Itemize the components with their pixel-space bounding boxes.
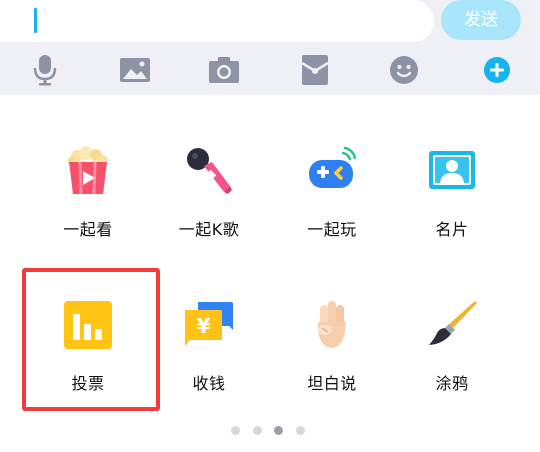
send-button[interactable]: 发送: [441, 0, 521, 40]
selection-highlight: [22, 268, 160, 411]
message-input[interactable]: [0, 0, 434, 42]
app-label: 收钱: [192, 374, 226, 393]
page-dot[interactable]: [296, 426, 305, 435]
emoji-icon[interactable]: [387, 53, 421, 87]
app-label: 坦白说: [307, 374, 357, 393]
gamepad-icon: [307, 146, 357, 196]
app-doodle[interactable]: 涂鸦: [397, 300, 507, 420]
camera-icon[interactable]: [207, 53, 241, 87]
app-play-together[interactable]: 一起玩: [277, 146, 387, 266]
image-icon[interactable]: [118, 53, 152, 87]
page-indicator: [0, 426, 540, 438]
microphone-karaoke-icon: [184, 146, 234, 196]
app-label: 涂鸦: [435, 374, 469, 393]
app-label: 一起K歌: [178, 220, 240, 239]
popcorn-icon: [63, 146, 113, 196]
page-dot-active[interactable]: [274, 426, 283, 435]
plus-icon[interactable]: [480, 53, 514, 87]
app-contact-card[interactable]: 名片: [397, 146, 507, 266]
app-label: 一起玩: [307, 220, 357, 239]
receive-money-icon: ¥: [184, 300, 234, 350]
svg-text:¥: ¥: [197, 314, 211, 338]
page-dot[interactable]: [231, 426, 240, 435]
brush-icon: [427, 300, 477, 350]
red-packet-icon[interactable]: [298, 53, 332, 87]
app-label: 名片: [435, 220, 469, 239]
app-label: 一起看: [63, 220, 113, 239]
app-receive-money[interactable]: ¥ 收钱: [154, 300, 264, 420]
composer-bar: 发送: [0, 0, 540, 95]
microphone-icon[interactable]: [28, 53, 62, 87]
page-dot[interactable]: [253, 426, 262, 435]
app-karaoke-together[interactable]: 一起K歌: [154, 146, 264, 266]
text-caret: [34, 8, 37, 33]
hand-icon: [307, 300, 357, 350]
app-confess[interactable]: 坦白说: [277, 300, 387, 420]
app-watch-together[interactable]: 一起看: [33, 146, 143, 266]
contact-card-icon: [427, 146, 477, 196]
